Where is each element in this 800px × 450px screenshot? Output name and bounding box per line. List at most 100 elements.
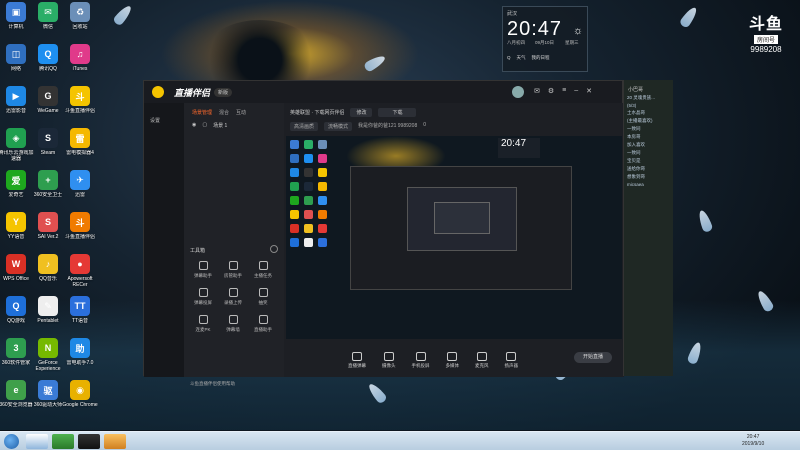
windows-start-icon[interactable] <box>4 434 19 449</box>
desktop-icons-column-3: ♻ 回收站 ♫ iTunes 斗斗鱼直播伴侣雷雷电模拟器4 ✈ 迅雷斗斗鱼直播伴侣 ● Apow… <box>62 2 98 422</box>
bottom-tool[interactable]: 麦克风 <box>475 351 489 369</box>
edit-title-button[interactable]: 修改 <box>350 108 373 117</box>
toolbox-item[interactable]: 录播上传 <box>218 288 248 306</box>
toolbox-item-label: 弹幕投屏 <box>194 300 212 305</box>
desktop-shortcut[interactable]: S SAI Ver.2 <box>32 212 64 254</box>
desktop-shortcut[interactable]: G WeGame <box>32 86 64 128</box>
lock-icon[interactable]: ▢ <box>202 122 207 129</box>
desktop-shortcut[interactable]: ▣ 计算机 <box>0 2 32 44</box>
chrome-icon: ◉ <box>70 380 90 400</box>
desktop-shortcut[interactable]: ✎ Pentablet <box>32 296 64 338</box>
clock-weather-widget[interactable]: 武汉 20:47 八月初四 09月10日 星期三 Q 天气 我的日程 ☼ <box>502 6 588 72</box>
wall-icon <box>228 315 238 324</box>
feather-decoration <box>696 208 714 234</box>
toolbox-item-label: 录播上传 <box>224 300 242 305</box>
desktop-shortcut-label: 微信 <box>42 24 53 30</box>
toolbox-item-label: 房管助手 <box>224 273 242 278</box>
desktop-shortcut[interactable]: 斗斗鱼直播伴侣 <box>64 212 96 254</box>
bottom-tool[interactable]: 摄像头 <box>382 351 396 369</box>
assist-icon <box>258 315 268 324</box>
eye-icon[interactable]: ◉ <box>192 122 196 129</box>
desktop-shortcut-label: 回收站 <box>72 24 88 30</box>
taskbar-app-icon[interactable] <box>52 434 74 449</box>
desktop-shortcut[interactable]: 3 360软件管家 <box>0 338 32 380</box>
desktop-shortcut[interactable]: W WPS Office <box>0 254 32 296</box>
chat-message: 土水晶哥 <box>627 110 645 115</box>
help-link[interactable]: 斗鱼直播伴侣使用帮助 <box>190 381 235 387</box>
mode-select[interactable]: 流畅模式 <box>324 122 353 131</box>
sun-icon: ☼ <box>573 25 584 37</box>
yy-icon: Y <box>6 212 26 232</box>
desktop-shortcut[interactable]: +360安全卫士 <box>32 170 64 212</box>
close-icon[interactable]: ✕ <box>586 87 592 95</box>
toolbox-item[interactable]: 抽奖 <box>248 288 278 306</box>
minimize-icon[interactable]: – <box>574 87 578 95</box>
menu-icon[interactable]: ≡ <box>562 87 566 95</box>
toolbox-item[interactable]: 弹幕投屏 <box>188 288 218 306</box>
desktop-shortcut[interactable]: ♻ 回收站 <box>64 2 96 44</box>
desktop-shortcut[interactable]: ♫ iTunes <box>64 44 96 86</box>
desktop-shortcut[interactable]: 助雷电助手7.0 <box>64 338 96 380</box>
bottom-tool[interactable]: 直播弹幕 <box>348 351 366 369</box>
toolbox-item[interactable]: 弹幕墙 <box>218 315 248 333</box>
nested-preview-3 <box>434 202 490 234</box>
desktop-shortcut[interactable]: ● Apowersoft RECer <box>64 254 96 296</box>
desktop-shortcut[interactable]: e 360安全浏览器 <box>0 380 33 422</box>
scene-item[interactable]: 场景 1 <box>213 122 227 129</box>
desktop-shortcut[interactable]: ▶ 迅雷影音 <box>0 86 32 128</box>
desktop-shortcut-label: 360安全卫士 <box>33 192 63 198</box>
quality-select[interactable]: 高清画质 <box>290 122 319 131</box>
toolbox-item[interactable]: 房管助手 <box>218 261 248 279</box>
desktop-shortcut[interactable]: Q 腾讯QQ <box>32 44 64 86</box>
desktop-shortcut[interactable]: 爱爱奇艺 <box>0 170 32 212</box>
desktop-shortcut[interactable]: Y YY语音 <box>0 212 32 254</box>
desktop-shortcut[interactable]: 斗斗鱼直播伴侣 <box>64 86 96 128</box>
toolbox-item[interactable]: 弹幕助手 <box>188 261 218 279</box>
toolbox-item[interactable]: 直播助手 <box>248 315 278 333</box>
live-preview-canvas[interactable]: 20:47 <box>286 136 622 339</box>
desktop-shortcut[interactable]: ✉ 微信 <box>32 2 64 44</box>
douyu-companion2-icon: 斗 <box>70 212 90 232</box>
sidebar-item-settings[interactable]: 设置 <box>150 117 184 124</box>
media-icon <box>447 351 458 361</box>
qq-game-icon: Q <box>6 296 26 316</box>
settings-icon[interactable]: ⚙ <box>548 87 554 95</box>
desktop-shortcut[interactable]: ◫ 网络 <box>0 44 32 86</box>
taskbar-ie-icon[interactable] <box>26 434 48 449</box>
user-avatar[interactable] <box>512 86 524 98</box>
desktop-shortcut[interactable]: N GeForce Experience <box>32 338 64 380</box>
taskbar-douyu-icon[interactable] <box>78 434 100 449</box>
desktop-shortcut[interactable]: S Steam <box>32 128 64 170</box>
phone-cast-icon <box>415 351 426 361</box>
desktop-shortcut-label: WeGame <box>37 108 59 114</box>
iqiyi-icon: 爱 <box>6 170 26 190</box>
start-live-button[interactable]: 开始直播 <box>574 352 612 363</box>
toolbox-item[interactable]: 连麦PK <box>188 315 218 333</box>
bottom-tool[interactable]: 多媒体 <box>446 351 459 369</box>
desktop-shortcut[interactable]: TT TT语音 <box>64 296 96 338</box>
apowerrec-icon: ● <box>70 254 90 274</box>
chat-message: 宝贝是 <box>627 158 641 163</box>
desktop-shortcut[interactable]: Q QQ游戏 <box>0 296 32 338</box>
taskbar-clock[interactable]: 20:47 2019/9/10 <box>742 434 764 448</box>
tab-scene-manage[interactable]: 场景管理 <box>192 109 212 116</box>
widget-weather-button[interactable]: 天气 <box>517 55 526 61</box>
toolbox-settings-icon[interactable] <box>270 245 278 253</box>
taskbar-folder-icon[interactable] <box>104 434 126 449</box>
widget-search-button[interactable]: Q <box>507 55 511 61</box>
message-icon[interactable]: ✉ <box>534 87 540 95</box>
desktop-shortcut[interactable]: 驱 360驱动大师 <box>32 380 64 422</box>
download-button[interactable]: 下载 <box>378 108 417 117</box>
desktop-shortcut[interactable]: ♪ QQ音乐 <box>32 254 64 296</box>
desktop-shortcut[interactable]: ✈ 迅雷 <box>64 170 96 212</box>
tab-interact[interactable]: 互动 <box>236 109 246 116</box>
bottom-tool-label: 手机投屏 <box>411 362 430 368</box>
toolbox-item[interactable]: 主播任务 <box>248 261 278 279</box>
desktop-shortcut[interactable]: ◉ Google Chrome <box>62 380 98 422</box>
bottom-tool[interactable]: 扬声器 <box>505 351 518 369</box>
bottom-tool[interactable]: 手机投屏 <box>411 351 430 369</box>
desktop-shortcut[interactable]: ◈ 腾讯乐云游戏加速器 <box>0 128 34 170</box>
tab-mix[interactable]: 混合 <box>219 109 229 116</box>
widget-schedule-button[interactable]: 我的日程 <box>532 55 550 61</box>
desktop-shortcut[interactable]: 雷雷电模拟器4 <box>64 128 96 170</box>
